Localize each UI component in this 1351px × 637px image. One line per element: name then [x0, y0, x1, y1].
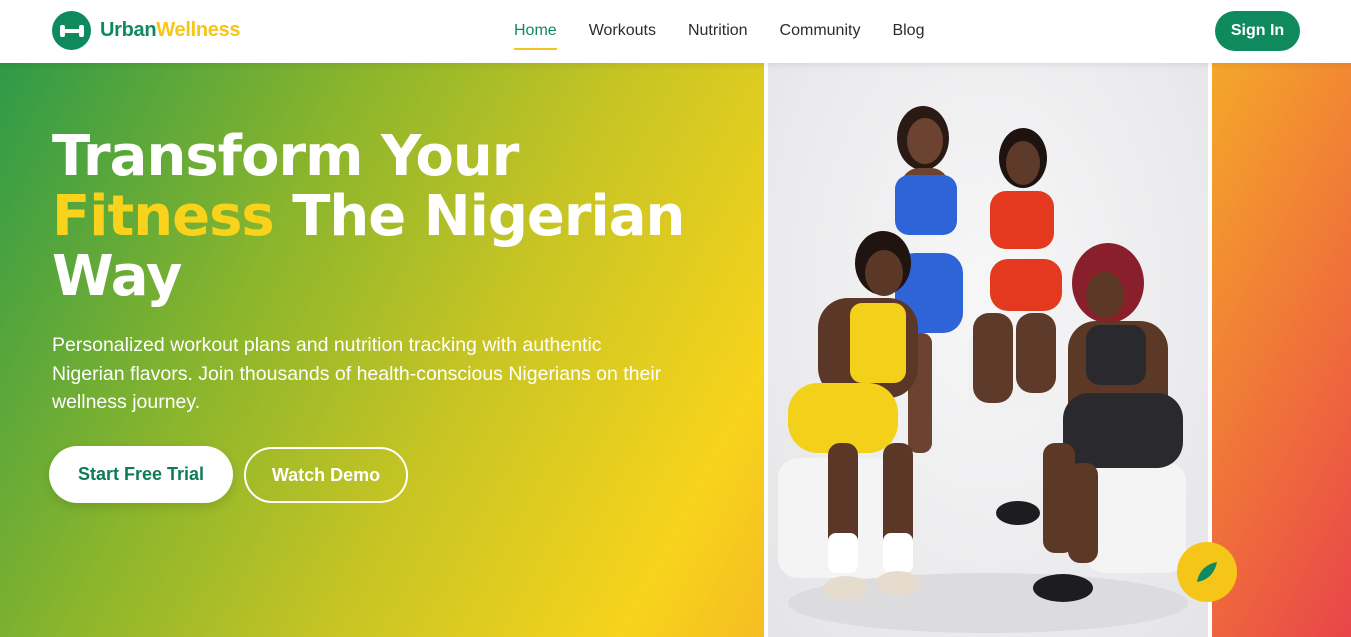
hero-subtitle: Personalized workout plans and nutrition… — [52, 334, 662, 413]
start-free-trial-button[interactable]: Start Free Trial — [49, 446, 233, 503]
hero-title: Transform Your Fitness The Nigerian Way — [52, 127, 742, 307]
hero-title-line3: Way — [52, 244, 182, 309]
watch-demo-button[interactable]: Watch Demo — [244, 447, 408, 503]
site-header: UrbanWellness Home Workouts Nutrition Co… — [0, 0, 1351, 63]
nav-item-blog[interactable]: Blog — [892, 20, 924, 44]
main-nav: Home Workouts Nutrition Community Blog — [514, 0, 956, 63]
group-photo-illustration — [778, 106, 1188, 633]
hero-image-frame — [764, 63, 1212, 637]
leaf-icon[interactable] — [1177, 542, 1237, 602]
brand-logo[interactable]: UrbanWellness — [52, 11, 241, 50]
dumbbell-icon — [52, 11, 91, 50]
hero-section: Transform Your Fitness The Nigerian Way … — [0, 63, 1351, 637]
hero-title-highlight: Fitness — [52, 184, 275, 249]
group-photo — [768, 63, 1208, 637]
nav-item-home[interactable]: Home — [514, 20, 557, 50]
nav-item-workouts[interactable]: Workouts — [589, 20, 656, 44]
brand-name-part1: Urban — [100, 19, 157, 41]
nav-item-community[interactable]: Community — [780, 20, 861, 44]
brand-name: UrbanWellness — [100, 19, 241, 42]
hero-title-line1: Transform Your — [52, 124, 519, 189]
nav-item-nutrition[interactable]: Nutrition — [688, 20, 748, 44]
brand-name-part2: Wellness — [156, 19, 241, 41]
hero-title-line2: The Nigerian — [273, 184, 685, 249]
sign-in-button[interactable]: Sign In — [1215, 11, 1300, 51]
